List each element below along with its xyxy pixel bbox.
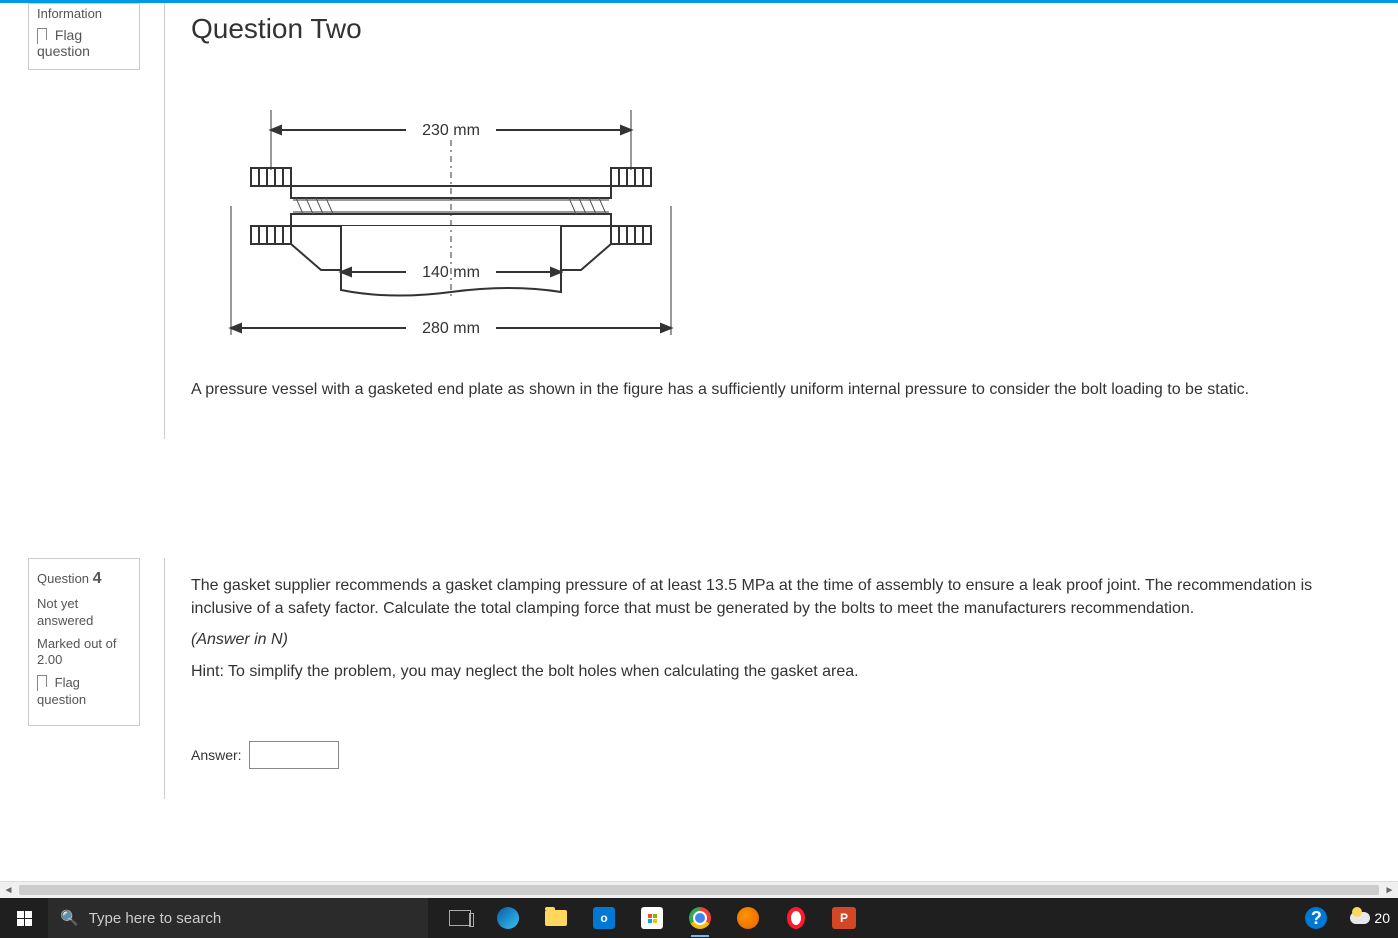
scroll-left-arrow[interactable]: ◄ (0, 882, 17, 899)
firefox-icon (737, 907, 759, 929)
flag-icon (37, 28, 47, 40)
system-tray: ? 20 (1296, 898, 1398, 938)
answer-row: Answer: (191, 741, 1368, 769)
dim-280: 280 mm (422, 320, 480, 337)
help-button[interactable]: ? (1296, 898, 1336, 938)
scroll-right-arrow[interactable]: ► (1381, 882, 1398, 899)
help-icon: ? (1305, 907, 1327, 929)
chrome-icon (689, 907, 711, 929)
question-info-panel: Information Flag question (28, 3, 140, 70)
question4-info-panel: Question 4 Not yet answered Marked out o… (28, 558, 140, 726)
search-icon: 🔍 (60, 909, 79, 927)
answer-input[interactable] (249, 741, 339, 769)
flag-icon (37, 675, 47, 687)
dim-140: 140 mm (422, 264, 480, 281)
edge-icon (497, 907, 519, 929)
powerpoint-button[interactable]: P (824, 898, 864, 938)
weather-icon (1350, 912, 1370, 924)
firefox-button[interactable] (728, 898, 768, 938)
task-view-button[interactable] (440, 898, 480, 938)
question-two-block: Question Two (164, 3, 1388, 439)
file-explorer-button[interactable] (536, 898, 576, 938)
opera-icon (787, 907, 805, 929)
taskview-icon (449, 910, 471, 926)
powerpoint-icon: P (832, 907, 856, 929)
answer-label: Answer: (191, 747, 242, 763)
question-two-text: A pressure vessel with a gasketed end pl… (191, 378, 1368, 401)
question-number: Question 4 (37, 569, 131, 590)
info-label: Information (29, 4, 139, 25)
search-placeholder: Type here to search (89, 910, 222, 927)
question-title: Question Two (191, 13, 1368, 45)
store-icon (641, 907, 663, 929)
windows-taskbar: 🔍 Type here to search o P ? 20 (0, 898, 1398, 938)
windows-icon (17, 911, 32, 926)
q4-unit-note: (Answer in N) (191, 628, 1368, 651)
taskbar-apps: o P (440, 898, 864, 938)
q4-hint: Hint: To simplify the problem, you may n… (191, 660, 1368, 683)
scroll-thumb[interactable] (19, 885, 1379, 895)
opera-button[interactable] (776, 898, 816, 938)
weather-widget[interactable]: 20 (1350, 910, 1390, 926)
q4-paragraph: The gasket supplier recommends a gasket … (191, 574, 1368, 620)
flag-question-link[interactable]: Flag question (37, 675, 131, 709)
horizontal-scrollbar[interactable]: ◄ ► (0, 881, 1398, 898)
start-button[interactable] (0, 898, 48, 938)
dim-230: 230 mm (422, 122, 480, 139)
weather-temp: 20 (1374, 910, 1390, 926)
flag-question-link[interactable]: Flag question (29, 25, 139, 69)
outlook-icon: o (593, 907, 615, 929)
chrome-button[interactable] (680, 898, 720, 938)
store-button[interactable] (632, 898, 672, 938)
question-marks: Marked out of 2.00 (37, 636, 131, 670)
outlook-button[interactable]: o (584, 898, 624, 938)
question-status: Not yet answered (37, 596, 131, 630)
question4-block: The gasket supplier recommends a gasket … (164, 558, 1388, 799)
page-content: Information Flag question Question Two (0, 3, 1398, 898)
taskbar-search[interactable]: 🔍 Type here to search (48, 898, 428, 938)
folder-icon (545, 910, 567, 926)
edge-button[interactable] (488, 898, 528, 938)
pressure-vessel-diagram: 230 mm 140 mm 280 mm (191, 60, 711, 360)
